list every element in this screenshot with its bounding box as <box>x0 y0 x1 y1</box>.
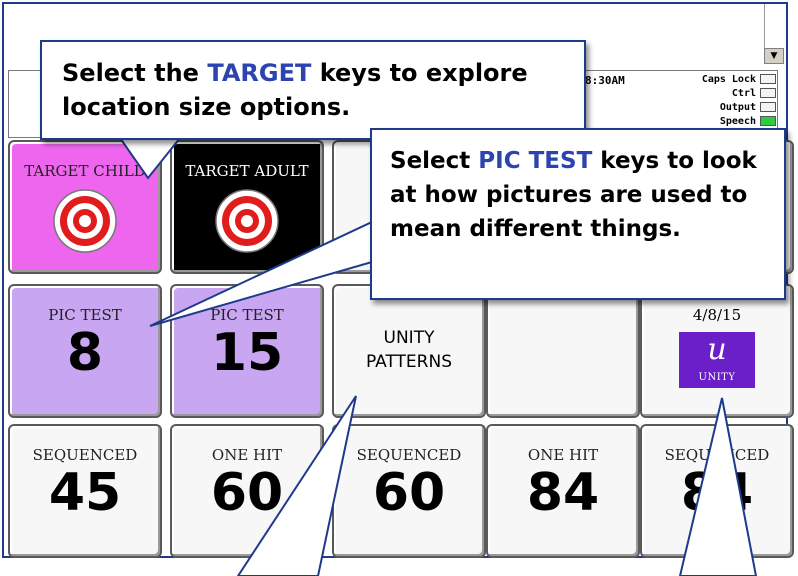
key-row2-4[interactable] <box>486 284 640 418</box>
scroll-down-arrow-icon[interactable]: ▼ <box>764 48 784 64</box>
unity-logo-icon: u UNITY <box>679 332 755 388</box>
key-label: ONE HIT <box>527 446 599 464</box>
key-number: 15 <box>210 323 284 383</box>
key-label: SEQUENCED <box>356 446 462 464</box>
key-label: TARGET CHILD <box>24 162 146 180</box>
key-one-hit-60[interactable]: ONE HIT 60 <box>170 424 324 558</box>
status-label: Speech <box>719 115 756 127</box>
key-one-hit-84[interactable]: ONE HIT 84 <box>486 424 640 558</box>
key-number: 8 <box>66 323 104 383</box>
key-target-adult[interactable]: TARGET ADULT <box>170 140 324 274</box>
key-label: PIC TEST <box>210 306 284 324</box>
key-unity-patterns[interactable]: UNITY PATTERNS <box>332 284 486 418</box>
speech-led-icon <box>760 116 776 126</box>
output-led-icon <box>760 102 776 112</box>
caps-lock-led-icon <box>760 74 776 84</box>
status-output: Output <box>688 100 776 114</box>
callout-highlight: PIC TEST <box>478 148 593 174</box>
date-label: 4/8/15 <box>692 306 742 324</box>
callout-pictest: Select PIC TEST keys to look at how pict… <box>370 128 786 300</box>
target-icon <box>53 189 117 253</box>
key-unity-logo[interactable]: 4/8/15 u UNITY <box>640 284 794 418</box>
key-label: SEQUENCED <box>32 446 138 464</box>
callout-text: Select <box>390 148 479 174</box>
key-number: 60 <box>210 463 284 523</box>
key-pic-test-15[interactable]: PIC TEST 15 <box>170 284 324 418</box>
key-label: TARGET ADULT <box>185 162 309 180</box>
status-label: Caps Lock <box>701 73 756 85</box>
status-ctrl: Ctrl <box>688 86 776 100</box>
status-speech: Speech <box>688 114 776 128</box>
key-sequenced-84[interactable]: SEQUENCED 84 <box>640 424 794 558</box>
status-label: Ctrl <box>731 87 756 99</box>
status-indicators: Caps Lock Ctrl Output Speech <box>688 72 776 132</box>
key-label-line2: PATTERNS <box>365 352 452 372</box>
key-number: 45 <box>48 463 122 523</box>
callout-text: Select the <box>62 59 208 87</box>
key-number: 84 <box>680 463 754 523</box>
target-icon <box>215 189 279 253</box>
key-number: 84 <box>526 463 600 523</box>
key-target-child[interactable]: TARGET CHILD <box>8 140 162 274</box>
logo-text: UNITY <box>698 372 736 383</box>
status-label: Output <box>719 101 756 113</box>
callout-highlight: TARGET <box>207 59 312 87</box>
key-number: 60 <box>372 463 446 523</box>
key-label: SEQUENCED <box>664 446 770 464</box>
key-sequenced-60[interactable]: SEQUENCED 60 <box>332 424 486 558</box>
callout-target: Select the TARGET keys to explore locati… <box>40 40 586 140</box>
clock-display: 8:30AM <box>585 74 625 87</box>
key-label: PIC TEST <box>48 306 122 324</box>
logo-glyph: u <box>707 332 727 367</box>
status-caps-lock: Caps Lock <box>688 72 776 86</box>
ctrl-led-icon <box>760 88 776 98</box>
key-label-line1: UNITY <box>383 328 435 348</box>
key-sequenced-45[interactable]: SEQUENCED 45 <box>8 424 162 558</box>
key-label: ONE HIT <box>211 446 283 464</box>
key-pic-test-8[interactable]: PIC TEST 8 <box>8 284 162 418</box>
